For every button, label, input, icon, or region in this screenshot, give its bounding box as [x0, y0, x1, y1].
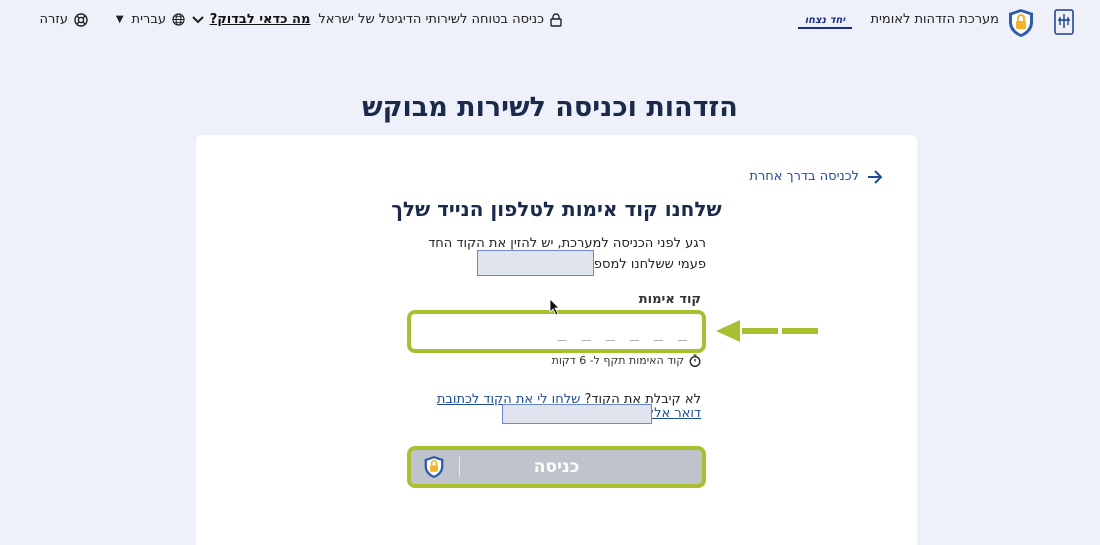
- redacted-email: [502, 404, 652, 424]
- lifebuoy-icon: [74, 12, 88, 27]
- worth-checking-link[interactable]: מה כדאי לבדוק?: [210, 12, 311, 27]
- page-title: הזדהות וכניסה לשירות מבוקש: [362, 92, 738, 123]
- redacted-phone-number: [477, 250, 594, 276]
- login-button[interactable]: כניסה: [407, 446, 706, 488]
- help-label[interactable]: עזרה: [40, 12, 68, 27]
- lock-icon: [550, 12, 562, 27]
- shield-lock-icon: [424, 456, 444, 478]
- yahad-logo: יחד נצחו: [798, 15, 852, 29]
- card-title: שלחנו קוד אימות לטלפון הנייד שלך: [391, 197, 722, 221]
- verification-code-input[interactable]: [407, 310, 706, 353]
- timer-icon: [689, 354, 701, 367]
- code-label: קוד אימות: [638, 292, 701, 307]
- other-login-link[interactable]: לכניסה בדרך אחרת: [749, 169, 883, 184]
- mouse-cursor-icon: [549, 298, 560, 316]
- button-separator: [459, 457, 460, 477]
- help-link[interactable]: עזרה: [40, 12, 88, 27]
- secure-entry-notice: כניסה בטוחה לשירותי הדיגיטל של ישראל מה …: [191, 12, 562, 27]
- shield-lock-icon: [1009, 9, 1033, 37]
- login-card: לכניסה בדרך אחרת שלחנו קוד אימות לטלפון …: [196, 135, 917, 545]
- annotation-arrow-icon: [716, 320, 818, 342]
- language-selector[interactable]: עברית ▼: [116, 12, 185, 27]
- language-label[interactable]: עברית: [132, 12, 166, 27]
- caret-down-icon[interactable]: ▼: [116, 14, 124, 25]
- other-login-label[interactable]: לכניסה בדרך אחרת: [749, 169, 859, 184]
- chevron-down-icon[interactable]: [191, 15, 204, 24]
- globe-icon: [172, 13, 185, 26]
- timer-text: קוד האימות תקף ל- 6 דקות: [551, 354, 684, 367]
- login-button-label[interactable]: כניסה: [534, 457, 580, 477]
- arrow-right-icon: [868, 169, 883, 184]
- code-validity: קוד האימות תקף ל- 6 דקות: [552, 354, 701, 367]
- state-emblem-icon: [1054, 9, 1074, 35]
- secure-text: כניסה בטוחה לשירותי הדיגיטל של ישראל: [318, 12, 544, 27]
- top-bar: מערכת הזדהות לאומית יחד נצחו כניסה בטוחה…: [0, 0, 1100, 46]
- system-name: מערכת הזדהות לאומית: [870, 12, 999, 27]
